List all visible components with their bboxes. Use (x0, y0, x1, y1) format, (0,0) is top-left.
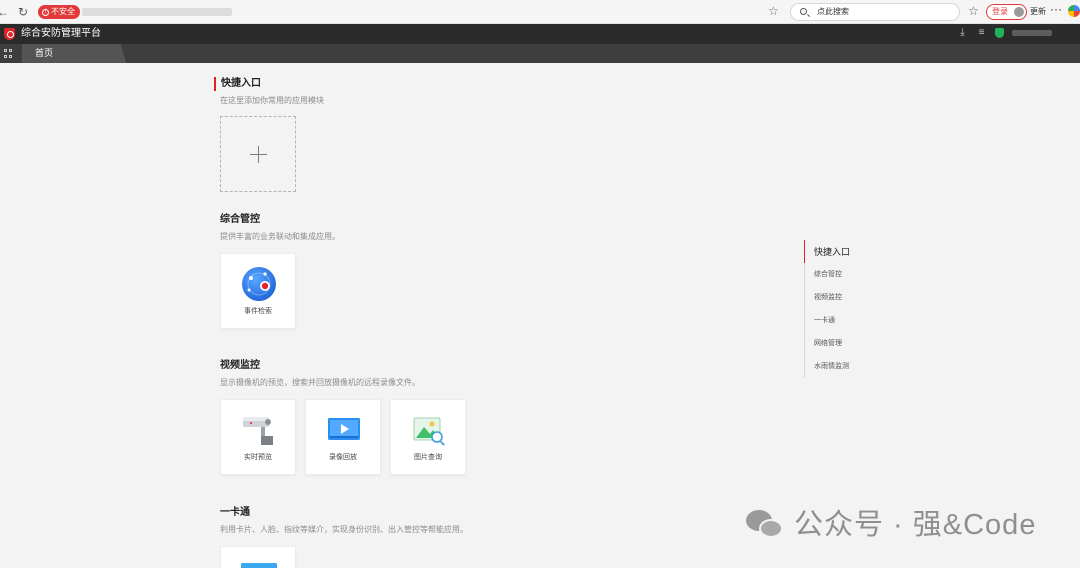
anchor-item-quick[interactable]: 快捷入口 (814, 246, 850, 258)
security-badge-label: 不安全 (51, 7, 75, 16)
card-access-icon (241, 563, 277, 568)
section-desc-quick: 在这里添加你常用的应用模块 (220, 96, 324, 105)
app-grid-icon[interactable] (4, 49, 13, 58)
tab-home[interactable]: 首页 (22, 44, 126, 63)
security-shield-icon[interactable] (995, 27, 1004, 38)
list-icon[interactable]: ≡ (976, 27, 987, 38)
camera-icon (243, 417, 273, 445)
section-desc-card-access: 利用卡片、人脸、指纹等媒介，实现身份识别、出入管控等帮能应用。 (220, 525, 468, 534)
download-icon[interactable]: ⤓ (957, 27, 968, 38)
section-title-video: 视频监控 (220, 360, 260, 371)
app-card-label: 录像回放 (329, 454, 357, 461)
app-card-label: 图片查询 (414, 454, 442, 461)
address-bar-url[interactable] (82, 8, 232, 16)
section-desc-integrated: 提供丰富的业务联动和集成应用。 (220, 232, 340, 241)
image-search-icon (413, 417, 445, 446)
section-title-quick: 快捷入口 (214, 77, 261, 91)
anchor-item-hydrology[interactable]: 水雨情监测 (814, 362, 849, 372)
app-card-label: 实时预览 (244, 454, 272, 461)
event-search-icon (242, 267, 276, 301)
video-playback-icon (328, 418, 360, 440)
warning-icon: ! (42, 8, 49, 16)
anchor-item-network[interactable]: 网络管理 (814, 339, 842, 349)
reload-icon[interactable]: ↻ (16, 4, 30, 20)
watermark: 公众号 · 强&Code (746, 508, 1036, 542)
update-button[interactable]: 更新 (1030, 5, 1046, 19)
app-card-card-access[interactable] (220, 546, 296, 568)
browser-search-box[interactable]: 点此搜索 (790, 3, 960, 21)
watermark-text: 公众号 · 强&Code (794, 509, 1037, 541)
extension-icon[interactable] (1068, 5, 1080, 17)
anchor-item-integrated[interactable]: 综合管控 (814, 270, 842, 280)
section-title-card-access: 一卡通 (220, 507, 250, 518)
app-card-video-playback[interactable]: 录像回放 (305, 399, 381, 475)
section-desc-video: 显示摄像机的预览，搜索并回放摄像机的远程录像文件。 (220, 378, 420, 387)
app-card-image-search[interactable]: 图片查询 (390, 399, 466, 475)
login-button[interactable]: 登录 (986, 4, 1027, 20)
tab-bar: 首页 (0, 44, 1080, 63)
anchor-nav: 快捷入口 综合管控 视频监控 一卡通 网络管理 水雨情监测 (804, 240, 894, 378)
app-title: 综合安防管理平台 (21, 28, 101, 39)
browser-search-placeholder: 点此搜索 (817, 7, 849, 16)
user-name[interactable] (1012, 29, 1052, 36)
anchor-item-card-access[interactable]: 一卡通 (814, 316, 835, 326)
favorites-icon[interactable]: ☆ (968, 4, 979, 18)
more-menu-button[interactable]: ··· (1050, 2, 1062, 16)
add-quick-entry-button[interactable] (220, 116, 296, 192)
bookmark-star-icon[interactable]: ☆ (768, 4, 779, 18)
section-title-integrated: 综合管控 (220, 214, 260, 225)
app-card-label: 事件检索 (244, 308, 272, 315)
browser-toolbar: ← ↻ ! 不安全 ☆ 点此搜索 ☆ 登录 更新 ··· (0, 0, 1080, 24)
login-label: 登录 (992, 7, 1008, 16)
back-icon[interactable]: ← (0, 4, 10, 20)
security-badge[interactable]: ! 不安全 (38, 5, 80, 19)
platform-logo-icon (4, 28, 15, 40)
avatar (1014, 7, 1024, 17)
wechat-icon (746, 508, 786, 542)
search-icon (800, 8, 807, 15)
app-card-event-search[interactable]: 事件检索 (220, 253, 296, 329)
app-card-live-preview[interactable]: 实时预览 (220, 399, 296, 475)
header-actions: ⤓ ≡ (957, 27, 1052, 38)
anchor-item-video[interactable]: 视频监控 (814, 293, 842, 303)
app-header: 综合安防管理平台 ⤓ ≡ (0, 24, 1080, 44)
anchor-active-indicator (804, 240, 805, 263)
